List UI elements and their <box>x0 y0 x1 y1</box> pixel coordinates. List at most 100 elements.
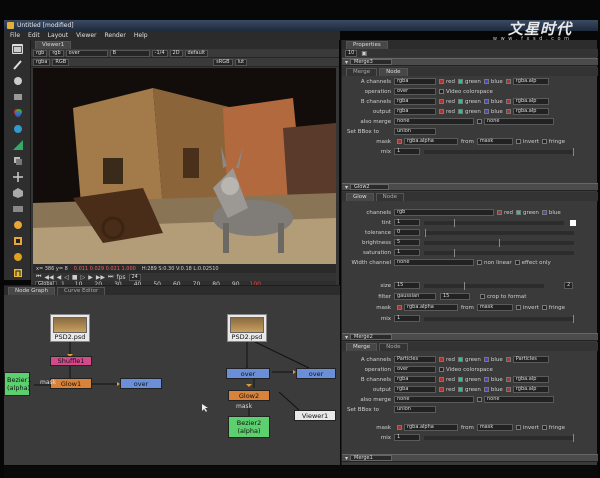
checkbox[interactable] <box>458 109 464 114</box>
play-icon[interactable]: ▷ <box>81 274 86 281</box>
checkbox[interactable] <box>541 305 547 310</box>
checkbox[interactable] <box>483 377 489 382</box>
checkbox[interactable] <box>497 210 502 215</box>
3d-tool-icon[interactable] <box>12 188 23 198</box>
filter-tool-icon[interactable] <box>12 76 23 86</box>
size-field-2[interactable]: 2 <box>564 282 574 289</box>
shuffle-node[interactable]: Shuffle1 <box>50 356 92 366</box>
display-channel-dropdown[interactable]: rgba <box>33 58 51 66</box>
stop-icon[interactable]: ■ <box>72 274 78 281</box>
alpha-channel-dropdown[interactable]: rgba.alp <box>512 98 549 105</box>
glow1-node[interactable]: Glow1 <box>50 378 92 389</box>
viewer-image[interactable] <box>33 68 336 264</box>
max-panels-field[interactable]: 10 <box>345 49 358 57</box>
checkbox[interactable] <box>458 79 464 84</box>
channels-dropdown[interactable]: rgb <box>394 209 494 216</box>
alpha-channel-dropdown[interactable]: rgba.alp <box>512 108 549 115</box>
tab-node[interactable]: Node <box>379 343 408 351</box>
tab-viewer1[interactable]: Viewer1 <box>35 41 72 49</box>
mix-slider[interactable] <box>424 147 574 156</box>
checkbox[interactable] <box>458 99 464 104</box>
psd-read-node-right[interactable]: PSD2.psd <box>227 314 267 342</box>
operation-dropdown[interactable]: over <box>394 366 436 373</box>
mask-source-dropdown[interactable]: mask <box>476 424 513 431</box>
checkbox[interactable] <box>516 210 522 215</box>
alpha-channel-dropdown[interactable]: rgba.alp <box>512 376 549 383</box>
other-tool-icon[interactable] <box>12 236 23 246</box>
mask-source-dropdown[interactable]: mask <box>476 304 513 311</box>
checkbox[interactable] <box>505 79 511 84</box>
channel-dropdown[interactable]: rgb <box>33 49 48 57</box>
alpha-channel-dropdown[interactable]: rgba.alp <box>512 78 549 85</box>
image-tool-icon[interactable] <box>12 44 23 54</box>
checkbox[interactable] <box>439 79 444 84</box>
checkbox[interactable] <box>439 387 444 392</box>
keyer-tool-icon[interactable] <box>12 140 23 150</box>
prev-frame-icon[interactable]: ◀ <box>57 274 62 281</box>
collapse-icon[interactable]: ▾ <box>345 334 348 341</box>
bbox-dropdown[interactable]: union <box>394 128 436 135</box>
brightness-slider[interactable] <box>424 238 574 247</box>
checkbox[interactable] <box>458 377 464 382</box>
checkbox[interactable] <box>483 387 489 392</box>
display-space-dropdown[interactable]: RGB <box>52 58 70 66</box>
lut-dropdown[interactable]: lut <box>234 58 248 66</box>
menu-help[interactable]: Help <box>134 32 148 39</box>
sphere-tool-icon[interactable] <box>12 124 23 134</box>
checkbox[interactable] <box>477 397 482 402</box>
play-back-icon[interactable]: ◁ <box>64 274 69 281</box>
saturation-field[interactable]: 1 <box>394 249 420 256</box>
node-name-field[interactable]: Merge3 <box>350 59 392 65</box>
tab-properties[interactable]: Properties <box>346 41 388 49</box>
channel-tool-icon[interactable] <box>12 92 23 102</box>
filter-value-field[interactable]: 15 <box>440 293 470 300</box>
tint-slider[interactable] <box>424 218 564 227</box>
checkbox[interactable] <box>458 387 464 392</box>
output-dropdown[interactable]: rgba <box>394 386 436 393</box>
plugin-tool-icon[interactable] <box>12 268 23 278</box>
alpha-channel-dropdown[interactable]: rgba.alp <box>512 386 549 393</box>
merge1-panel-header[interactable]: ▾ Merge1 <box>342 454 598 462</box>
size-field[interactable]: 15 <box>394 282 420 289</box>
b-channels-dropdown[interactable]: rgba <box>394 98 436 105</box>
node-graph-panel[interactable]: Node Graph Curve Editor PSD2.psd Shuffle… <box>4 285 340 465</box>
mask-channel-dropdown[interactable]: rgba.alpha <box>404 424 458 431</box>
checkbox[interactable] <box>515 139 521 144</box>
tab-glow[interactable]: Glow <box>346 193 374 201</box>
checkbox[interactable] <box>483 79 489 84</box>
merge2-panel-header[interactable]: ▾ Merge2 <box>342 333 598 341</box>
checkbox[interactable] <box>439 357 444 362</box>
collapse-icon[interactable]: ▾ <box>345 184 348 191</box>
checkbox[interactable] <box>541 210 547 215</box>
tab-merge[interactable]: Merge <box>346 68 378 76</box>
glow2-panel-header[interactable]: ▾ Glow2 <box>342 183 598 191</box>
checkbox[interactable] <box>483 99 489 104</box>
checkbox[interactable] <box>505 109 511 114</box>
composite-dropdown[interactable]: over <box>65 49 108 57</box>
mix-field[interactable]: 1 <box>394 434 420 441</box>
prev-key-icon[interactable]: ◀◀ <box>44 274 53 281</box>
lock-icon[interactable]: ▣ <box>361 50 367 57</box>
mask-channel-dropdown[interactable]: rgba.alpha <box>404 304 458 311</box>
node-name-field[interactable]: Merge2 <box>350 334 392 340</box>
viewer1-node[interactable]: Viewer1 <box>294 410 336 421</box>
checkbox[interactable] <box>397 139 402 144</box>
metadata-tool-icon[interactable] <box>12 220 23 230</box>
checkbox[interactable] <box>439 99 444 104</box>
mask-source-dropdown[interactable]: mask <box>476 138 513 145</box>
glow2-node[interactable]: Glow2 <box>228 390 270 401</box>
checkbox[interactable] <box>397 305 402 310</box>
alpha-channel-dropdown[interactable]: Particles <box>512 356 549 363</box>
operation-dropdown[interactable]: over <box>394 88 436 95</box>
next-key-icon[interactable]: ▶▶ <box>96 274 105 281</box>
output-dropdown[interactable]: rgba <box>394 108 436 115</box>
saturation-slider[interactable] <box>424 248 574 257</box>
tab-merge[interactable]: Merge <box>346 343 378 351</box>
checkbox[interactable] <box>439 89 444 94</box>
also-merge-dropdown[interactable]: none <box>394 396 474 403</box>
brightness-field[interactable]: 5 <box>394 239 420 246</box>
next-frame-icon[interactable]: ▶ <box>88 274 93 281</box>
checkbox[interactable] <box>505 99 511 104</box>
merge-tool-icon[interactable] <box>12 156 23 166</box>
checkbox[interactable] <box>477 119 482 124</box>
